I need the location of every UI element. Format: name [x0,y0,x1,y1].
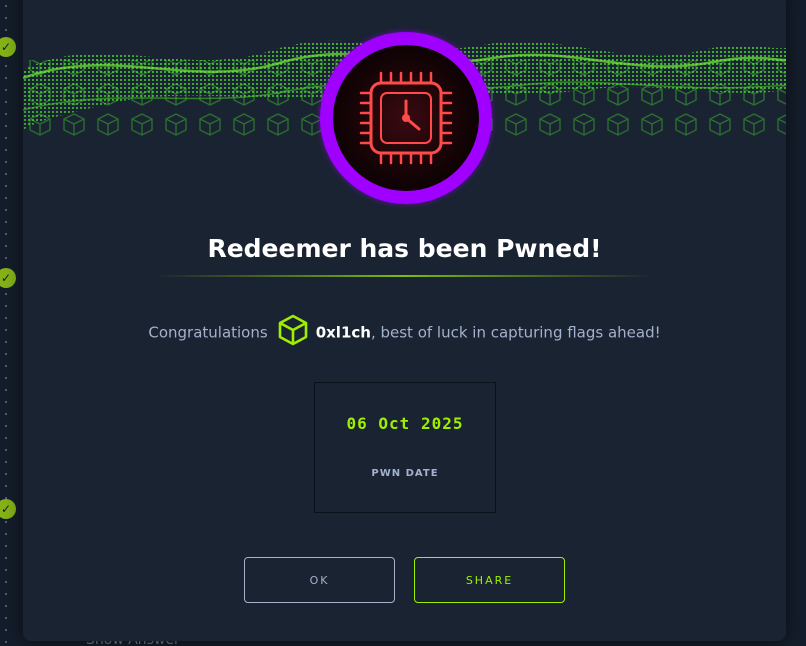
cube-icon [276,313,310,347]
congrats-suffix: , best of luck in capturing flags ahead! [370,323,661,342]
pwn-date-value: 06 Oct 2025 [346,414,464,433]
checkmark-icon: ✓ [0,499,16,519]
username[interactable]: 0xl1ch [316,324,371,342]
pwn-date-card: 06 Oct 2025 PWN DATE [314,382,496,513]
task-timeline: ✓ ✓ ✓ [0,0,16,646]
checkmark-icon: ✓ [0,37,16,57]
pwned-modal: Redeemer has been Pwned! Congratulations… [23,0,786,641]
ok-button[interactable]: OK [244,557,395,603]
pwn-date-label: PWN DATE [371,468,439,479]
congrats-message: Congratulations 0xl1ch, best of luck in c… [23,313,786,350]
timeline-dotted-line [5,0,7,646]
share-button[interactable]: SHARE [414,557,565,603]
checkmark-icon: ✓ [0,268,16,288]
page: ✓ ✓ ✓ Show Answer [0,0,806,646]
cpu-clock-icon [333,45,479,191]
title-divider [154,275,654,277]
congrats-prefix: Congratulations [148,323,268,342]
machine-avatar [320,32,492,204]
pwned-title: Redeemer has been Pwned! [207,234,602,263]
